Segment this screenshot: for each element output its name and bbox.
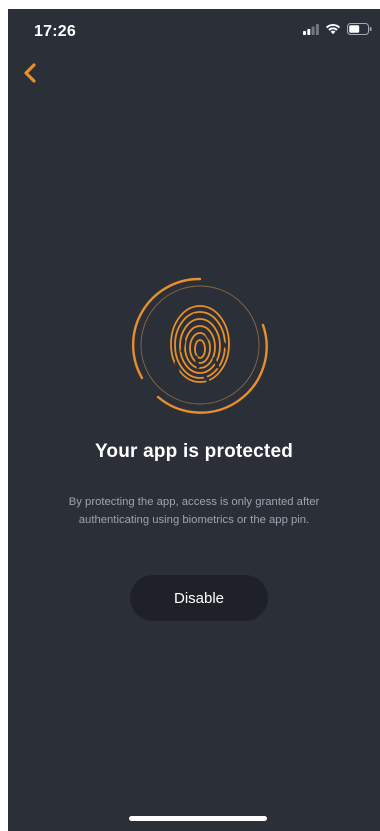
- status-bar: 17:26: [8, 9, 380, 53]
- fingerprint-icon: [131, 277, 268, 414]
- page-title: Your app is protected: [94, 441, 294, 462]
- chevron-left-icon: [23, 62, 37, 88]
- protection-description: By protecting the app, access is only gr…: [68, 496, 320, 526]
- disable-button[interactable]: Disable: [130, 575, 268, 621]
- status-time: 17:26: [34, 23, 76, 40]
- wifi-icon: [325, 22, 341, 40]
- back-button[interactable]: [16, 61, 44, 89]
- cellular-signal-icon: [303, 22, 319, 40]
- home-indicator[interactable]: [129, 816, 267, 821]
- fingerprint-illustration: [126, 271, 274, 419]
- status-icons: [303, 22, 372, 40]
- app-screen: 17:26 Your app is protected By protectin…: [8, 9, 380, 831]
- battery-icon: [347, 22, 372, 40]
